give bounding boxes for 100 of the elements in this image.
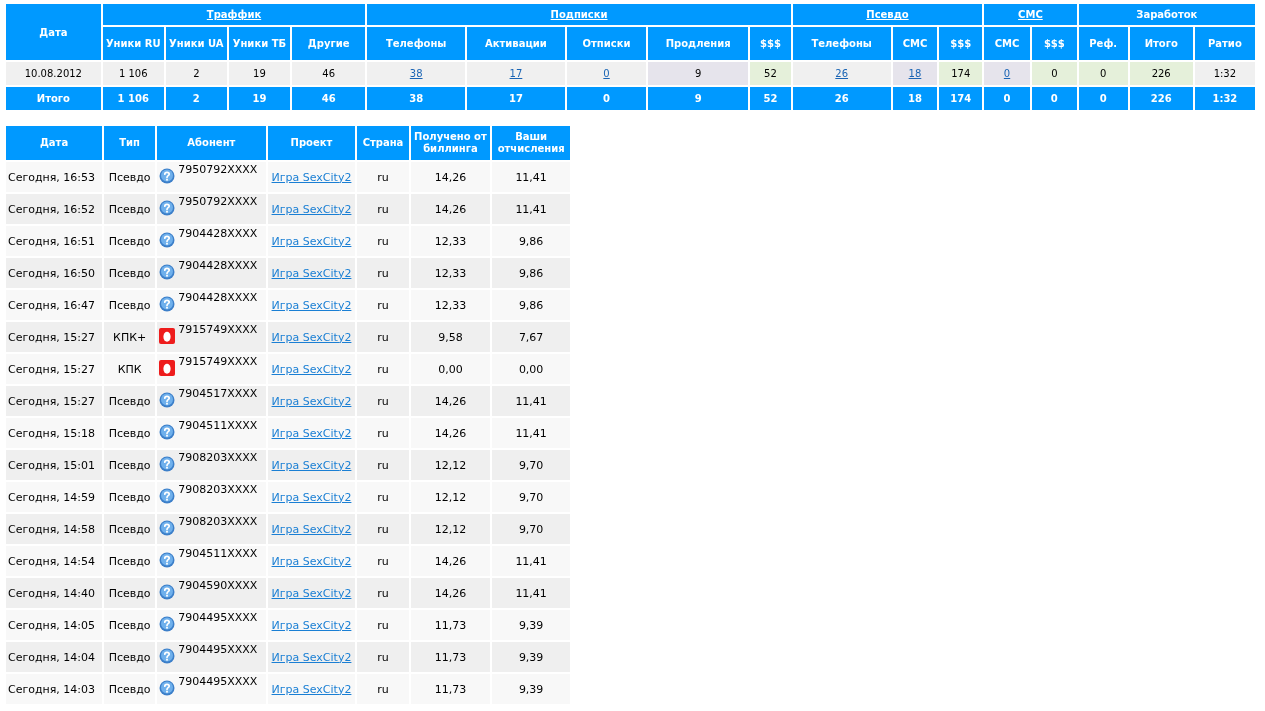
count-link[interactable]: 38 xyxy=(409,68,423,79)
table-cell: ru xyxy=(357,162,409,192)
table-cell: 14,26 xyxy=(410,546,491,576)
project-link[interactable]: Игра SexCity2 xyxy=(271,298,352,312)
project-link[interactable]: Игра SexCity2 xyxy=(271,458,352,472)
table-cell: Сегодня, 14:59 xyxy=(6,482,103,512)
table-cell: 9,39 xyxy=(492,610,570,640)
project-link[interactable]: Игра SexCity2 xyxy=(271,330,352,344)
table-cell: 9,70 xyxy=(492,514,570,544)
column-header: Реф. xyxy=(1078,27,1128,60)
table-cell: ru xyxy=(357,482,409,512)
table-cell: 14,26 xyxy=(410,194,491,224)
project-link[interactable]: Игра SexCity2 xyxy=(271,170,352,184)
table-cell: ru xyxy=(357,354,409,384)
question-icon xyxy=(159,647,176,664)
count-value: 1 106 xyxy=(118,68,148,79)
column-header: Уники ТБ xyxy=(228,27,290,60)
question-icon xyxy=(159,295,176,312)
project-link[interactable]: Игра SexCity2 xyxy=(271,266,352,280)
table-cell: ru xyxy=(357,194,409,224)
count-link[interactable]: 0 xyxy=(1003,68,1011,79)
table-cell: ru xyxy=(357,514,409,544)
total-cell: 174 xyxy=(939,87,983,110)
table-cell: 7904511XXXX xyxy=(157,418,266,448)
question-icon xyxy=(159,231,176,248)
count-value: 226 xyxy=(1151,68,1171,79)
question-icon xyxy=(159,551,176,568)
table-cell: Псевдо xyxy=(104,514,156,544)
project-link[interactable]: Игра SexCity2 xyxy=(271,394,352,408)
column-header: Страна xyxy=(357,126,409,160)
table-cell: ru xyxy=(357,386,409,416)
count-value: 174 xyxy=(951,68,971,79)
table-cell: 7904428XXXX xyxy=(157,226,266,256)
project-link[interactable]: Игра SexCity2 xyxy=(271,490,352,504)
project-link[interactable]: Игра SexCity2 xyxy=(271,682,352,696)
group-title: Дата xyxy=(39,26,68,38)
count-link[interactable]: 18 xyxy=(908,68,922,79)
table-cell: Псевдо xyxy=(104,226,156,256)
table-cell: 9,86 xyxy=(492,226,570,256)
question-icon xyxy=(159,519,176,536)
total-cell: 1:32 xyxy=(1194,87,1255,110)
question-icon xyxy=(159,423,176,440)
count-link[interactable]: 26 xyxy=(835,68,849,79)
total-cell: 52 xyxy=(750,87,791,110)
table-cell: ru xyxy=(357,322,409,352)
table-cell: 11,41 xyxy=(492,418,570,448)
total-cell: 38 xyxy=(367,87,466,110)
table-cell: 11,73 xyxy=(410,674,491,704)
count-value: 2 xyxy=(193,68,200,79)
project-link[interactable]: Игра SexCity2 xyxy=(271,650,352,664)
table-cell: ru xyxy=(357,578,409,608)
count-link[interactable]: 0 xyxy=(603,68,610,79)
count-value: 52 xyxy=(764,68,777,79)
project-link[interactable]: Игра SexCity2 xyxy=(271,522,352,536)
question-icon xyxy=(159,615,176,632)
project-link[interactable]: Игра SexCity2 xyxy=(271,234,352,248)
project-link[interactable]: Игра SexCity2 xyxy=(271,586,352,600)
table-cell: ru xyxy=(357,674,409,704)
total-cell: 19 xyxy=(228,87,290,110)
question-icon xyxy=(159,199,176,216)
table-cell: Псевдо xyxy=(104,482,156,512)
project-link[interactable]: Игра SexCity2 xyxy=(271,362,352,376)
total-cell: 0 xyxy=(1031,87,1077,110)
project-link[interactable]: Игра SexCity2 xyxy=(271,202,352,216)
group-link[interactable]: Подписки xyxy=(550,9,608,20)
table-cell: 7915749XXXX xyxy=(157,354,266,384)
table-cell: 7908203XXXX xyxy=(157,482,266,512)
total-cell: 17 xyxy=(467,87,565,110)
count-value: 19 xyxy=(253,68,266,79)
group-title: Заработок xyxy=(1136,9,1198,20)
group-link[interactable]: СМС xyxy=(1018,9,1043,20)
question-icon xyxy=(159,455,176,472)
count-link[interactable]: 17 xyxy=(509,68,523,79)
group-link[interactable]: Траффик xyxy=(206,9,262,20)
project-link[interactable]: Игра SexCity2 xyxy=(271,426,352,440)
table-cell: 0,00 xyxy=(410,354,491,384)
table-cell: Сегодня, 15:27 xyxy=(6,386,103,416)
group-link[interactable]: Псевдо xyxy=(866,9,909,20)
table-cell: Сегодня, 15:18 xyxy=(6,418,103,448)
count-value: 0 xyxy=(1051,68,1058,79)
table-cell: Сегодня, 14:04 xyxy=(6,642,103,672)
total-cell: 46 xyxy=(292,87,366,110)
table-cell: 12,33 xyxy=(410,258,491,288)
column-header: Дата xyxy=(6,126,103,160)
column-header: СМС xyxy=(892,27,938,60)
column-header: Ваши отчисления xyxy=(492,126,570,160)
total-cell: 18 xyxy=(892,87,938,110)
table-cell: Сегодня, 14:54 xyxy=(6,546,103,576)
table-cell: 11,41 xyxy=(492,194,570,224)
egg-icon xyxy=(159,327,176,344)
project-link[interactable]: Игра SexCity2 xyxy=(271,554,352,568)
table-cell: 7908203XXXX xyxy=(157,450,266,480)
total-cell: 226 xyxy=(1129,87,1193,110)
table-cell: ru xyxy=(357,290,409,320)
table-cell: 14,26 xyxy=(410,578,491,608)
table-cell: Псевдо xyxy=(104,418,156,448)
column-header: СМС xyxy=(984,27,1030,60)
table-cell: 11,41 xyxy=(492,386,570,416)
table-cell: 7904495XXXX xyxy=(157,674,266,704)
project-link[interactable]: Игра SexCity2 xyxy=(271,618,352,632)
